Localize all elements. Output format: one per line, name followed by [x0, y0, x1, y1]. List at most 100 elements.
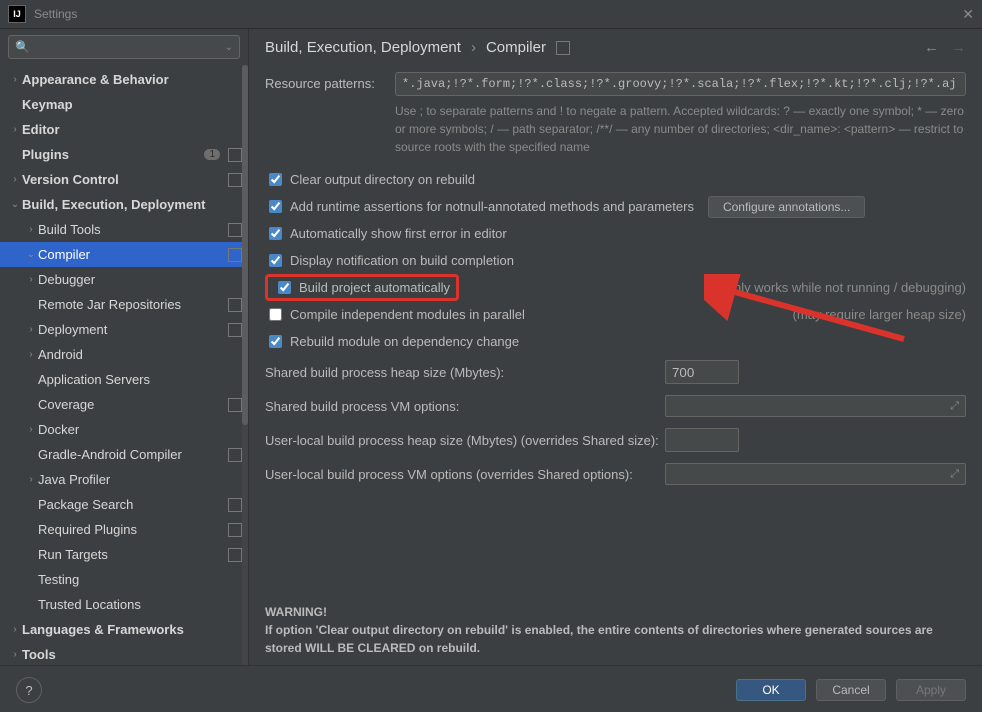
user-heap-input[interactable] [665, 428, 739, 452]
project-scope-icon [228, 448, 242, 462]
compile-parallel-checkbox[interactable] [269, 308, 282, 321]
tree-node-languages-frameworks[interactable]: ›Languages & Frameworks [0, 617, 248, 642]
settings-sidebar: 🔍 ⌄ ›Appearance & BehaviorKeymap›EditorP… [0, 29, 249, 665]
tree-node-tools[interactable]: ›Tools [0, 642, 248, 665]
configure-annotations-button[interactable]: Configure annotations... [708, 196, 865, 218]
nav-back-icon[interactable]: ← [924, 39, 939, 56]
tree-node-deployment[interactable]: ›Deployment [0, 317, 248, 342]
tree-label: Application Servers [38, 372, 242, 387]
runtime-assert-label: Add runtime assertions for notnull-annot… [290, 199, 694, 214]
tree-node-plugins[interactable]: Plugins1 [0, 142, 248, 167]
tree-label: Keymap [22, 97, 242, 112]
tree-arrow-icon: › [24, 324, 38, 335]
breadcrumb-leaf: Compiler [486, 39, 546, 56]
tree-node-build-execution-deployment[interactable]: ⌄Build, Execution, Deployment [0, 192, 248, 217]
display-notification-label: Display notification on build completion [290, 253, 514, 268]
expand-icon[interactable]: ⤢ [950, 400, 959, 413]
resource-patterns-input[interactable] [395, 72, 966, 96]
dialog-footer: ? OK Cancel Apply [0, 665, 982, 712]
help-button[interactable]: ? [16, 677, 42, 703]
project-scope-icon [228, 398, 242, 412]
tree-node-run-targets[interactable]: Run Targets [0, 542, 248, 567]
auto-show-error-checkbox[interactable] [269, 227, 282, 240]
tree-label: Remote Jar Repositories [38, 297, 224, 312]
tree-label: Build Tools [38, 222, 224, 237]
tree-node-java-profiler[interactable]: ›Java Profiler [0, 467, 248, 492]
tree-node-debugger[interactable]: ›Debugger [0, 267, 248, 292]
tree-node-gradle-android-compiler[interactable]: Gradle-Android Compiler [0, 442, 248, 467]
project-scope-icon [228, 548, 242, 562]
user-vm-input[interactable]: ⤢ [665, 463, 966, 485]
ok-button[interactable]: OK [736, 679, 806, 701]
clear-output-label: Clear output directory on rebuild [290, 172, 475, 187]
tree-node-editor[interactable]: ›Editor [0, 117, 248, 142]
shared-vm-label: Shared build process VM options: [265, 399, 665, 414]
tree-arrow-icon: ⌄ [8, 199, 22, 210]
breadcrumb-root[interactable]: Build, Execution, Deployment [265, 39, 461, 56]
project-scope-icon [228, 248, 242, 262]
tree-label: Editor [22, 122, 242, 137]
tree-node-package-search[interactable]: Package Search [0, 492, 248, 517]
tree-label: Coverage [38, 397, 224, 412]
tree-node-required-plugins[interactable]: Required Plugins [0, 517, 248, 542]
tree-node-remote-jar-repositories[interactable]: Remote Jar Repositories [0, 292, 248, 317]
tree-label: Java Profiler [38, 472, 242, 487]
resource-patterns-label: Resource patterns: [265, 72, 395, 91]
project-scope-icon [556, 41, 570, 55]
project-scope-icon [228, 523, 242, 537]
tree-node-version-control[interactable]: ›Version Control [0, 167, 248, 192]
sidebar-scrollbar[interactable] [242, 65, 248, 665]
runtime-assert-checkbox[interactable] [269, 200, 282, 213]
tree-node-compiler[interactable]: ⌄Compiler [0, 242, 248, 267]
tree-label: Docker [38, 422, 242, 437]
expand-icon[interactable]: ⤢ [950, 468, 959, 481]
tree-label: Required Plugins [38, 522, 224, 537]
tree-node-android[interactable]: ›Android [0, 342, 248, 367]
tree-node-appearance-behavior[interactable]: ›Appearance & Behavior [0, 67, 248, 92]
tree-label: Testing [38, 572, 242, 587]
tree-node-build-tools[interactable]: ›Build Tools [0, 217, 248, 242]
warning-body: If option 'Clear output directory on reb… [265, 621, 966, 657]
tree-label: Version Control [22, 172, 224, 187]
tree-label: Android [38, 347, 242, 362]
shared-vm-input[interactable]: ⤢ [665, 395, 966, 417]
tree-node-keymap[interactable]: Keymap [0, 92, 248, 117]
tree-arrow-icon: › [24, 274, 38, 285]
close-icon[interactable]: ✕ [962, 6, 974, 23]
tree-label: Deployment [38, 322, 224, 337]
clear-output-checkbox[interactable] [269, 173, 282, 186]
chevron-down-icon[interactable]: ⌄ [225, 42, 233, 53]
settings-tree[interactable]: ›Appearance & BehaviorKeymap›EditorPlugi… [0, 65, 248, 665]
auto-show-error-label: Automatically show first error in editor [290, 226, 507, 241]
tree-node-trusted-locations[interactable]: Trusted Locations [0, 592, 248, 617]
tree-arrow-icon: › [24, 424, 38, 435]
apply-button[interactable]: Apply [896, 679, 966, 701]
project-scope-icon [228, 148, 242, 162]
shared-heap-label: Shared build process heap size (Mbytes): [265, 365, 665, 380]
tree-node-coverage[interactable]: Coverage [0, 392, 248, 417]
search-input-wrap[interactable]: 🔍 ⌄ [8, 35, 240, 59]
tree-label: Debugger [38, 272, 242, 287]
app-logo-icon: IJ [8, 5, 26, 23]
tree-arrow-icon: › [24, 224, 38, 235]
user-vm-label: User-local build process VM options (ove… [265, 467, 665, 482]
tree-label: Gradle-Android Compiler [38, 447, 224, 462]
warning-title: WARNING! [265, 603, 966, 621]
tree-node-docker[interactable]: ›Docker [0, 417, 248, 442]
search-icon: 🔍 [15, 40, 30, 54]
tree-arrow-icon: ⌄ [24, 249, 38, 260]
project-scope-icon [228, 498, 242, 512]
rebuild-dependency-checkbox[interactable] [269, 335, 282, 348]
nav-forward-icon[interactable]: → [951, 39, 966, 56]
tree-label: Tools [22, 647, 242, 662]
build-automatically-checkbox[interactable] [278, 281, 291, 294]
project-scope-icon [228, 223, 242, 237]
display-notification-checkbox[interactable] [269, 254, 282, 267]
tree-node-application-servers[interactable]: Application Servers [0, 367, 248, 392]
shared-heap-input[interactable] [665, 360, 739, 384]
search-input[interactable] [34, 39, 225, 55]
tree-node-testing[interactable]: Testing [0, 567, 248, 592]
build-auto-highlight: Build project automatically [265, 274, 459, 301]
tree-arrow-icon: › [8, 649, 22, 660]
cancel-button[interactable]: Cancel [816, 679, 886, 701]
